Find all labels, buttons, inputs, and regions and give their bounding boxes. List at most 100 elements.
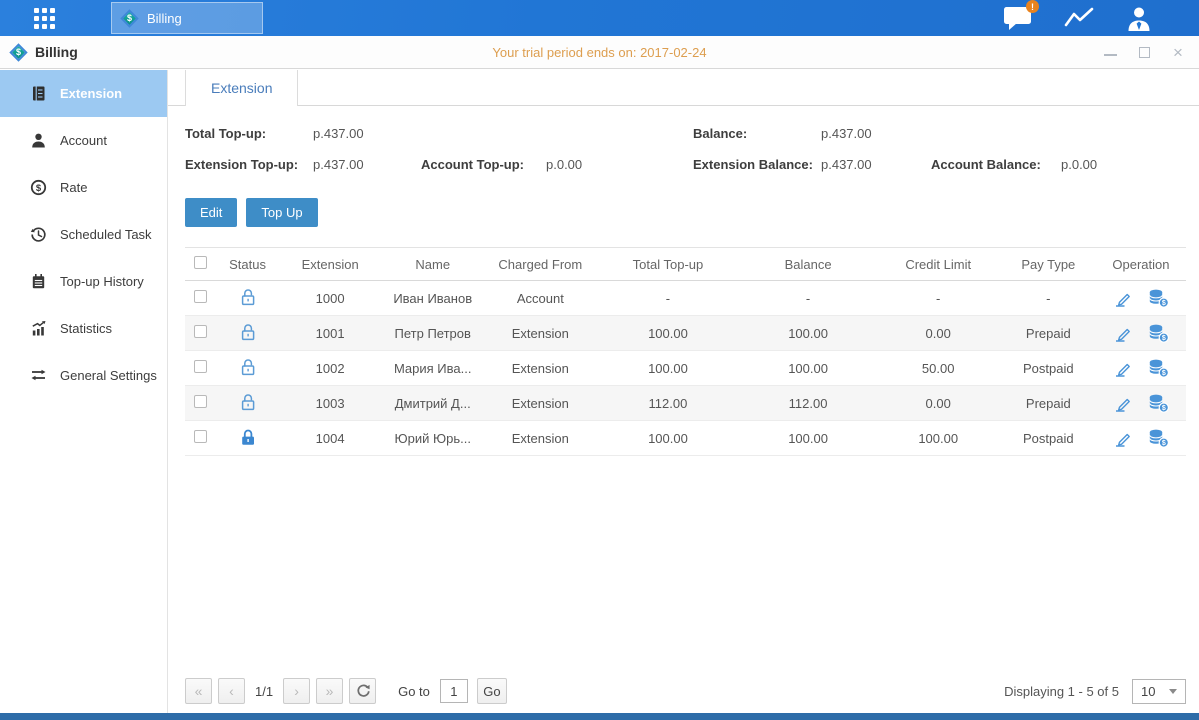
refresh-button[interactable] [349,678,376,704]
page-size-select[interactable]: 10 [1132,679,1186,704]
desktop-topbar: $ Billing ! [0,0,1199,36]
topbar-billing-tab-label: Billing [147,11,182,26]
credit-limit-cell: 100.00 [876,421,1001,456]
extension-table: Status Extension Name Charged From Total… [185,247,1186,456]
edit-row-icon[interactable] [1113,289,1132,308]
app-grid-icon[interactable] [34,8,55,29]
sidebar-item-label: Account [60,133,107,148]
charged-from-cell: Extension [485,316,595,351]
pay-type-cell: Prepaid [1001,386,1096,421]
sidebar-item-label: Extension [60,86,122,101]
table-row: 1000 Иван Иванов Account - - - - [185,281,1186,316]
col-extension: Extension [280,248,380,281]
table-row: 1004 Юрий Юрь... Extension 100.00 100.00… [185,421,1186,456]
user-icon[interactable] [1125,5,1153,32]
svg-text:$: $ [1162,370,1166,377]
sidebar-item-statistics[interactable]: Statistics [0,305,167,352]
sidebar-item-label: Scheduled Task [60,227,152,242]
status-cell [215,351,280,386]
extension-balance-value: p.437.00 [821,154,872,176]
sidebar-item-scheduled-task[interactable]: Scheduled Task [0,211,167,258]
minimize-icon[interactable] [1104,48,1117,56]
row-checkbox[interactable] [194,430,207,443]
page-indicator: 1/1 [255,684,273,699]
total-topup-cell: 100.00 [595,351,740,386]
account-topup-label: Account Top-up: [421,154,546,176]
total-topup-cell: 100.00 [595,421,740,456]
displaying-text: Displaying 1 - 5 of 5 [1004,684,1119,699]
tab-strip: Extension [168,70,1199,106]
tab-extension[interactable]: Extension [185,70,298,106]
extension-cell: 1001 [280,316,380,351]
window-titlebar: $ Billing Your trial period ends on: 201… [0,36,1199,69]
goto-label: Go to [398,684,430,699]
maximize-icon[interactable] [1139,47,1150,58]
unlocked-icon [238,322,258,342]
name-cell: Мария Ива... [380,351,485,386]
top-up-row-icon[interactable]: $ [1148,323,1169,343]
unlocked-icon [238,357,258,377]
col-name: Name [380,248,485,281]
account-balance-label: Account Balance: [931,154,1061,176]
go-button[interactable]: Go [477,678,507,704]
svg-text:$: $ [1162,335,1166,342]
svg-text:$: $ [36,183,42,194]
extension-topup-label: Extension Top-up: [185,154,313,176]
close-icon[interactable]: × [1171,45,1185,59]
person-icon [30,132,47,149]
charged-from-cell: Extension [485,386,595,421]
sidebar-item-general-settings[interactable]: General Settings [0,352,167,399]
locked-icon [238,427,258,447]
row-checkbox[interactable] [194,325,207,338]
top-up-row-icon[interactable]: $ [1148,428,1169,448]
sidebar-item-topup-history[interactable]: Top-up History [0,258,167,305]
credit-limit-cell: - [876,281,1001,316]
col-pay-type: Pay Type [1001,248,1096,281]
edit-row-icon[interactable] [1113,429,1132,448]
top-up-row-icon[interactable]: $ [1148,393,1169,413]
top-up-row-icon[interactable]: $ [1148,288,1169,308]
svg-text:$: $ [1162,440,1166,447]
edit-row-icon[interactable] [1113,394,1132,413]
sidebar-item-extension[interactable]: Extension [0,70,167,117]
row-checkbox[interactable] [194,360,207,373]
last-page-button[interactable]: » [316,678,343,704]
next-page-button[interactable]: › [283,678,310,704]
svg-text:$: $ [1162,405,1166,412]
messages-icon[interactable]: ! [1003,5,1033,31]
history-clock-icon [30,226,47,243]
sidebar-item-rate[interactable]: $ Rate [0,164,167,211]
top-up-row-icon[interactable]: $ [1148,358,1169,378]
row-checkbox[interactable] [194,290,207,303]
prev-page-button[interactable]: ‹ [218,678,245,704]
table-header-row: Status Extension Name Charged From Total… [185,248,1186,281]
balance-cell: 112.00 [741,386,876,421]
table-row: 1003 Дмитрий Д... Extension 112.00 112.0… [185,386,1186,421]
topbar-billing-tab[interactable]: $ Billing [111,2,263,34]
first-page-button[interactable]: « [185,678,212,704]
statistics-chart-icon[interactable] [1063,6,1095,30]
top-up-button[interactable]: Top Up [246,198,317,227]
extension-balance-label: Extension Balance: [693,154,821,176]
billing-window-icon: $ [9,43,27,61]
goto-page-input[interactable] [440,679,468,703]
balance-cell: - [741,281,876,316]
total-topup-label: Total Top-up: [185,123,313,145]
pay-type-cell: Prepaid [1001,316,1096,351]
refresh-icon [356,684,370,698]
col-balance: Balance [741,248,876,281]
balance-cell: 100.00 [741,421,876,456]
table-row: 1002 Мария Ива... Extension 100.00 100.0… [185,351,1186,386]
edit-row-icon[interactable] [1113,359,1132,378]
edit-button[interactable]: Edit [185,198,237,227]
ledger-icon [30,85,47,102]
sliders-icon [30,367,47,384]
sidebar-item-account[interactable]: Account [0,117,167,164]
row-checkbox[interactable] [194,395,207,408]
sidebar-item-label: General Settings [60,368,157,383]
col-status: Status [215,248,280,281]
select-all-checkbox[interactable] [194,256,207,269]
credit-limit-cell: 0.00 [876,386,1001,421]
edit-row-icon[interactable] [1113,324,1132,343]
extension-cell: 1000 [280,281,380,316]
